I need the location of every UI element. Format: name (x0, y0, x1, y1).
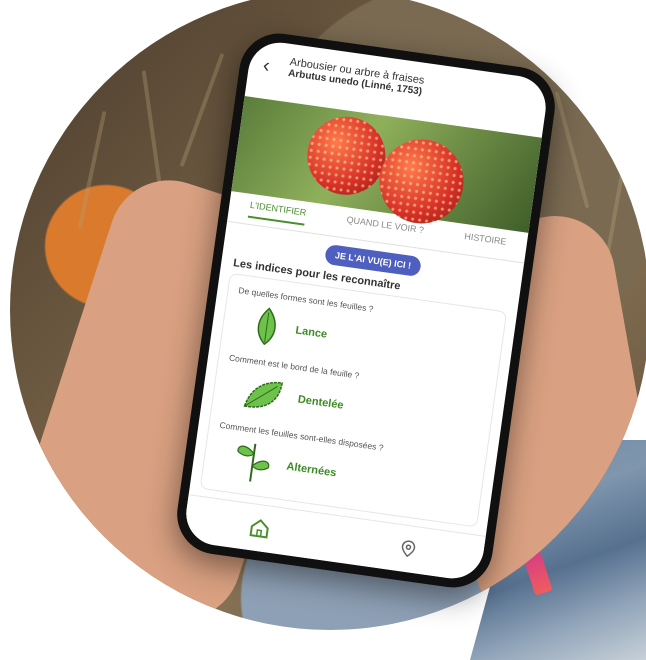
clues-card: De quelles formes sont les feuilles ? La… (199, 272, 508, 528)
back-arrow-icon[interactable]: ‹ (261, 54, 272, 78)
tab-history[interactable]: HISTOIRE (463, 231, 507, 253)
phone-screen: ‹ Arbousier ou arbre à fraises Arbutus u… (182, 38, 550, 583)
map-pin-icon[interactable] (397, 538, 420, 561)
alternate-leaves-icon (237, 443, 270, 482)
lance-leaf-icon (257, 307, 276, 346)
answer-label: Dentelée (297, 393, 345, 412)
answer-label: Lance (294, 324, 328, 341)
tab-identify[interactable]: L'IDENTIFIER (248, 199, 307, 226)
serrated-leaf-icon (243, 381, 283, 408)
answer-label: Alternées (285, 460, 338, 480)
home-icon[interactable] (248, 517, 271, 540)
